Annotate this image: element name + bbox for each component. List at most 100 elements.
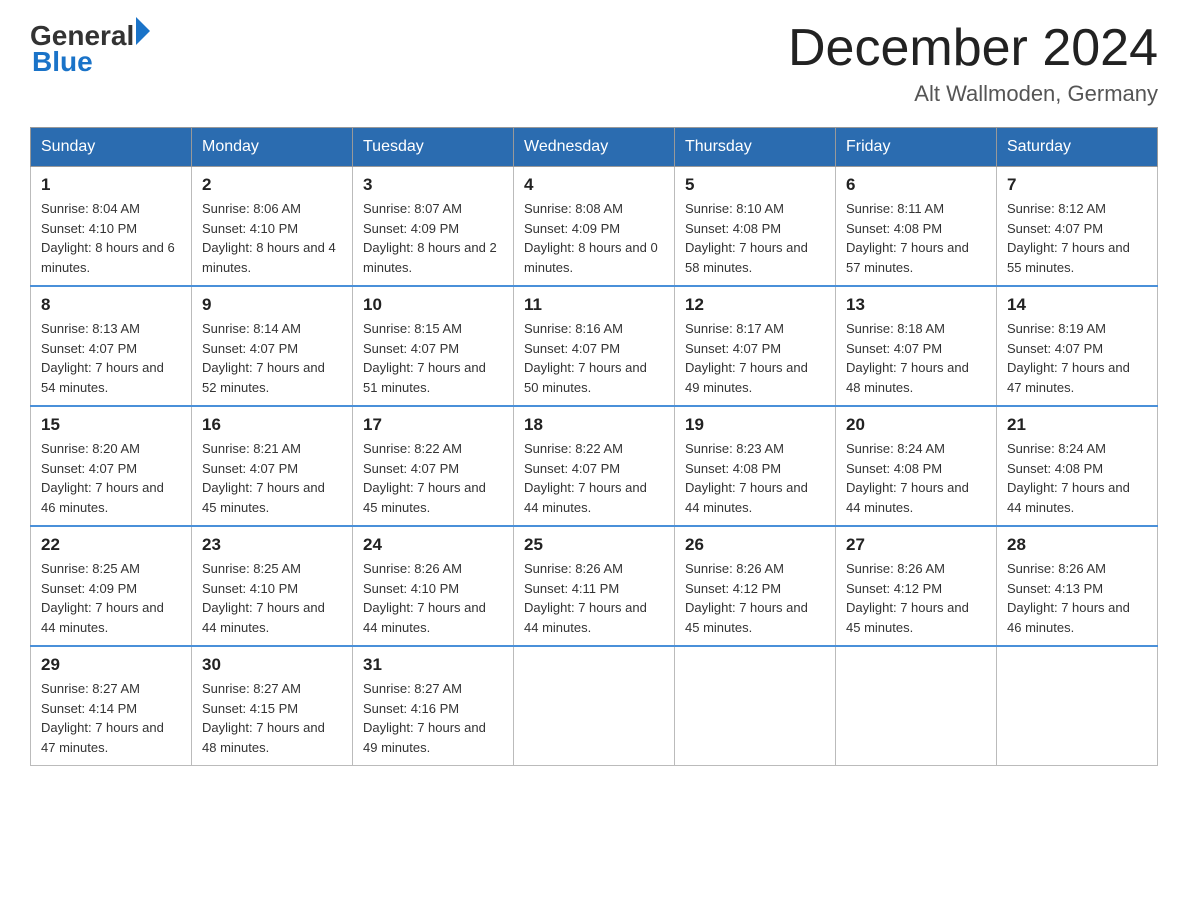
- logo: General Blue: [30, 20, 150, 78]
- day-number: 17: [363, 415, 503, 435]
- day-number: 16: [202, 415, 342, 435]
- calendar-cell: 28 Sunrise: 8:26 AMSunset: 4:13 PMDaylig…: [997, 526, 1158, 646]
- day-info: Sunrise: 8:27 AMSunset: 4:16 PMDaylight:…: [363, 681, 486, 755]
- day-info: Sunrise: 8:14 AMSunset: 4:07 PMDaylight:…: [202, 321, 325, 395]
- day-number: 28: [1007, 535, 1147, 555]
- day-number: 5: [685, 175, 825, 195]
- day-number: 24: [363, 535, 503, 555]
- calendar-cell: 20 Sunrise: 8:24 AMSunset: 4:08 PMDaylig…: [836, 406, 997, 526]
- day-number: 9: [202, 295, 342, 315]
- day-number: 25: [524, 535, 664, 555]
- calendar-cell: 1 Sunrise: 8:04 AMSunset: 4:10 PMDayligh…: [31, 167, 192, 287]
- day-number: 6: [846, 175, 986, 195]
- day-number: 12: [685, 295, 825, 315]
- day-number: 15: [41, 415, 181, 435]
- calendar-week-2: 8 Sunrise: 8:13 AMSunset: 4:07 PMDayligh…: [31, 286, 1158, 406]
- calendar-cell: 5 Sunrise: 8:10 AMSunset: 4:08 PMDayligh…: [675, 167, 836, 287]
- day-info: Sunrise: 8:25 AMSunset: 4:09 PMDaylight:…: [41, 561, 164, 635]
- day-number: 31: [363, 655, 503, 675]
- day-number: 7: [1007, 175, 1147, 195]
- calendar-cell: 3 Sunrise: 8:07 AMSunset: 4:09 PMDayligh…: [353, 167, 514, 287]
- logo-blue-text: Blue: [32, 46, 93, 78]
- calendar-cell: 11 Sunrise: 8:16 AMSunset: 4:07 PMDaylig…: [514, 286, 675, 406]
- day-number: 8: [41, 295, 181, 315]
- day-info: Sunrise: 8:15 AMSunset: 4:07 PMDaylight:…: [363, 321, 486, 395]
- day-number: 23: [202, 535, 342, 555]
- day-info: Sunrise: 8:06 AMSunset: 4:10 PMDaylight:…: [202, 201, 336, 275]
- calendar-header-row: SundayMondayTuesdayWednesdayThursdayFrid…: [31, 128, 1158, 167]
- day-info: Sunrise: 8:21 AMSunset: 4:07 PMDaylight:…: [202, 441, 325, 515]
- calendar-cell: 27 Sunrise: 8:26 AMSunset: 4:12 PMDaylig…: [836, 526, 997, 646]
- day-info: Sunrise: 8:20 AMSunset: 4:07 PMDaylight:…: [41, 441, 164, 515]
- day-number: 10: [363, 295, 503, 315]
- day-number: 27: [846, 535, 986, 555]
- day-info: Sunrise: 8:26 AMSunset: 4:12 PMDaylight:…: [685, 561, 808, 635]
- calendar-cell: [514, 646, 675, 766]
- day-info: Sunrise: 8:23 AMSunset: 4:08 PMDaylight:…: [685, 441, 808, 515]
- calendar-cell: 26 Sunrise: 8:26 AMSunset: 4:12 PMDaylig…: [675, 526, 836, 646]
- header-wednesday: Wednesday: [514, 128, 675, 167]
- day-info: Sunrise: 8:04 AMSunset: 4:10 PMDaylight:…: [41, 201, 175, 275]
- day-number: 29: [41, 655, 181, 675]
- day-number: 14: [1007, 295, 1147, 315]
- calendar-week-4: 22 Sunrise: 8:25 AMSunset: 4:09 PMDaylig…: [31, 526, 1158, 646]
- day-number: 21: [1007, 415, 1147, 435]
- calendar-cell: 16 Sunrise: 8:21 AMSunset: 4:07 PMDaylig…: [192, 406, 353, 526]
- calendar-cell: 2 Sunrise: 8:06 AMSunset: 4:10 PMDayligh…: [192, 167, 353, 287]
- day-info: Sunrise: 8:10 AMSunset: 4:08 PMDaylight:…: [685, 201, 808, 275]
- day-info: Sunrise: 8:26 AMSunset: 4:13 PMDaylight:…: [1007, 561, 1130, 635]
- day-info: Sunrise: 8:16 AMSunset: 4:07 PMDaylight:…: [524, 321, 647, 395]
- logo-triangle-icon: [136, 17, 150, 45]
- day-number: 4: [524, 175, 664, 195]
- day-info: Sunrise: 8:08 AMSunset: 4:09 PMDaylight:…: [524, 201, 658, 275]
- header-thursday: Thursday: [675, 128, 836, 167]
- calendar-week-5: 29 Sunrise: 8:27 AMSunset: 4:14 PMDaylig…: [31, 646, 1158, 766]
- day-number: 11: [524, 295, 664, 315]
- day-info: Sunrise: 8:27 AMSunset: 4:14 PMDaylight:…: [41, 681, 164, 755]
- title-area: December 2024 Alt Wallmoden, Germany: [788, 20, 1158, 107]
- calendar-cell: 8 Sunrise: 8:13 AMSunset: 4:07 PMDayligh…: [31, 286, 192, 406]
- page-header: General Blue December 2024 Alt Wallmoden…: [30, 20, 1158, 107]
- calendar-cell: 7 Sunrise: 8:12 AMSunset: 4:07 PMDayligh…: [997, 167, 1158, 287]
- calendar-cell: 14 Sunrise: 8:19 AMSunset: 4:07 PMDaylig…: [997, 286, 1158, 406]
- day-info: Sunrise: 8:19 AMSunset: 4:07 PMDaylight:…: [1007, 321, 1130, 395]
- calendar-cell: 6 Sunrise: 8:11 AMSunset: 4:08 PMDayligh…: [836, 167, 997, 287]
- day-info: Sunrise: 8:25 AMSunset: 4:10 PMDaylight:…: [202, 561, 325, 635]
- day-info: Sunrise: 8:26 AMSunset: 4:11 PMDaylight:…: [524, 561, 647, 635]
- day-info: Sunrise: 8:22 AMSunset: 4:07 PMDaylight:…: [524, 441, 647, 515]
- calendar-week-1: 1 Sunrise: 8:04 AMSunset: 4:10 PMDayligh…: [31, 167, 1158, 287]
- calendar-cell: 10 Sunrise: 8:15 AMSunset: 4:07 PMDaylig…: [353, 286, 514, 406]
- calendar-cell: [997, 646, 1158, 766]
- calendar-cell: 24 Sunrise: 8:26 AMSunset: 4:10 PMDaylig…: [353, 526, 514, 646]
- calendar-cell: 18 Sunrise: 8:22 AMSunset: 4:07 PMDaylig…: [514, 406, 675, 526]
- calendar-cell: 30 Sunrise: 8:27 AMSunset: 4:15 PMDaylig…: [192, 646, 353, 766]
- location-title: Alt Wallmoden, Germany: [788, 81, 1158, 107]
- header-monday: Monday: [192, 128, 353, 167]
- calendar-cell: 22 Sunrise: 8:25 AMSunset: 4:09 PMDaylig…: [31, 526, 192, 646]
- day-number: 19: [685, 415, 825, 435]
- calendar-cell: 12 Sunrise: 8:17 AMSunset: 4:07 PMDaylig…: [675, 286, 836, 406]
- header-tuesday: Tuesday: [353, 128, 514, 167]
- day-info: Sunrise: 8:24 AMSunset: 4:08 PMDaylight:…: [846, 441, 969, 515]
- header-saturday: Saturday: [997, 128, 1158, 167]
- header-sunday: Sunday: [31, 128, 192, 167]
- calendar-cell: 19 Sunrise: 8:23 AMSunset: 4:08 PMDaylig…: [675, 406, 836, 526]
- calendar-table: SundayMondayTuesdayWednesdayThursdayFrid…: [30, 127, 1158, 766]
- day-number: 18: [524, 415, 664, 435]
- calendar-cell: 25 Sunrise: 8:26 AMSunset: 4:11 PMDaylig…: [514, 526, 675, 646]
- calendar-cell: 31 Sunrise: 8:27 AMSunset: 4:16 PMDaylig…: [353, 646, 514, 766]
- calendar-cell: 21 Sunrise: 8:24 AMSunset: 4:08 PMDaylig…: [997, 406, 1158, 526]
- header-friday: Friday: [836, 128, 997, 167]
- calendar-cell: 4 Sunrise: 8:08 AMSunset: 4:09 PMDayligh…: [514, 167, 675, 287]
- calendar-cell: 15 Sunrise: 8:20 AMSunset: 4:07 PMDaylig…: [31, 406, 192, 526]
- calendar-cell: 17 Sunrise: 8:22 AMSunset: 4:07 PMDaylig…: [353, 406, 514, 526]
- calendar-week-3: 15 Sunrise: 8:20 AMSunset: 4:07 PMDaylig…: [31, 406, 1158, 526]
- day-number: 3: [363, 175, 503, 195]
- day-info: Sunrise: 8:26 AMSunset: 4:12 PMDaylight:…: [846, 561, 969, 635]
- calendar-cell: [675, 646, 836, 766]
- day-info: Sunrise: 8:18 AMSunset: 4:07 PMDaylight:…: [846, 321, 969, 395]
- day-number: 2: [202, 175, 342, 195]
- day-info: Sunrise: 8:17 AMSunset: 4:07 PMDaylight:…: [685, 321, 808, 395]
- calendar-cell: 9 Sunrise: 8:14 AMSunset: 4:07 PMDayligh…: [192, 286, 353, 406]
- calendar-cell: 23 Sunrise: 8:25 AMSunset: 4:10 PMDaylig…: [192, 526, 353, 646]
